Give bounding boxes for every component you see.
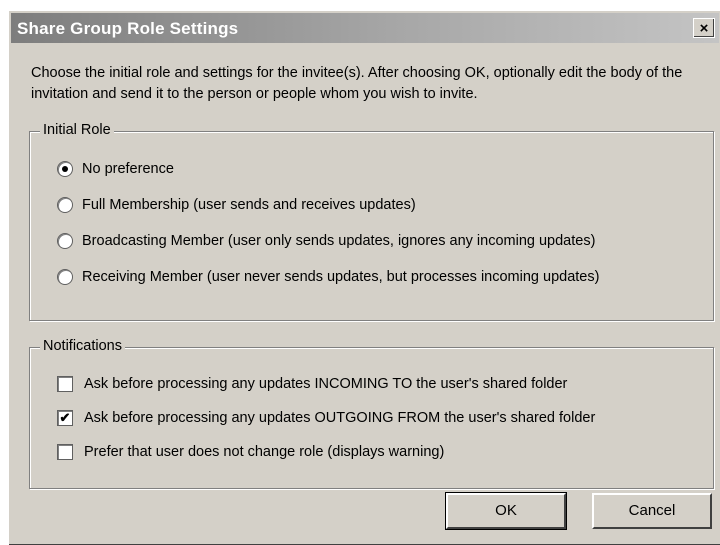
- radio-icon[interactable]: [57, 269, 73, 285]
- notifications-label: Notifications: [40, 338, 125, 354]
- share-group-role-settings-dialog: Share Group Role Settings × Choose the i…: [8, 10, 720, 545]
- prefer-no-role-change-checkbox[interactable]: Prefer that user does not change role (d…: [57, 444, 444, 460]
- close-icon[interactable]: ×: [693, 18, 715, 38]
- radio-icon[interactable]: [57, 233, 73, 249]
- initial-role-group: Initial Role: [29, 122, 714, 321]
- dialog-title: Share Group Role Settings: [17, 19, 239, 38]
- role-option-label: Full Membership (user sends and receives…: [82, 197, 416, 213]
- ok-button[interactable]: OK: [445, 492, 567, 530]
- role-option-full-membership[interactable]: Full Membership (user sends and receives…: [57, 197, 416, 213]
- role-option-label: Receiving Member (user never sends updat…: [82, 269, 600, 285]
- checkbox-checked-icon[interactable]: ✔: [57, 410, 73, 426]
- role-option-receiving-member[interactable]: Receiving Member (user never sends updat…: [57, 269, 599, 285]
- checkbox-icon[interactable]: [57, 444, 73, 460]
- notify-option-label: Prefer that user does not change role (d…: [84, 444, 445, 460]
- cancel-button[interactable]: Cancel: [592, 493, 712, 529]
- checkbox-icon[interactable]: [57, 376, 73, 392]
- radio-icon[interactable]: [57, 197, 73, 213]
- title-bar[interactable]: Share Group Role Settings ×: [11, 13, 719, 43]
- notify-option-label: Ask before processing any updates OUTGOI…: [84, 410, 596, 426]
- notify-incoming-checkbox[interactable]: Ask before processing any updates INCOMI…: [57, 376, 567, 392]
- role-option-no-preference[interactable]: No preference: [57, 161, 174, 177]
- role-option-label: Broadcasting Member (user only sends upd…: [82, 233, 596, 249]
- radio-selected-icon[interactable]: [57, 161, 73, 177]
- notify-option-label: Ask before processing any updates INCOMI…: [84, 376, 568, 392]
- notify-outgoing-checkbox[interactable]: ✔ Ask before processing any updates OUTG…: [57, 410, 595, 426]
- instructions-text: Choose the initial role and settings for…: [31, 65, 683, 102]
- initial-role-label: Initial Role: [40, 122, 114, 138]
- role-option-broadcasting-member[interactable]: Broadcasting Member (user only sends upd…: [57, 233, 595, 249]
- role-option-label: No preference: [82, 161, 174, 177]
